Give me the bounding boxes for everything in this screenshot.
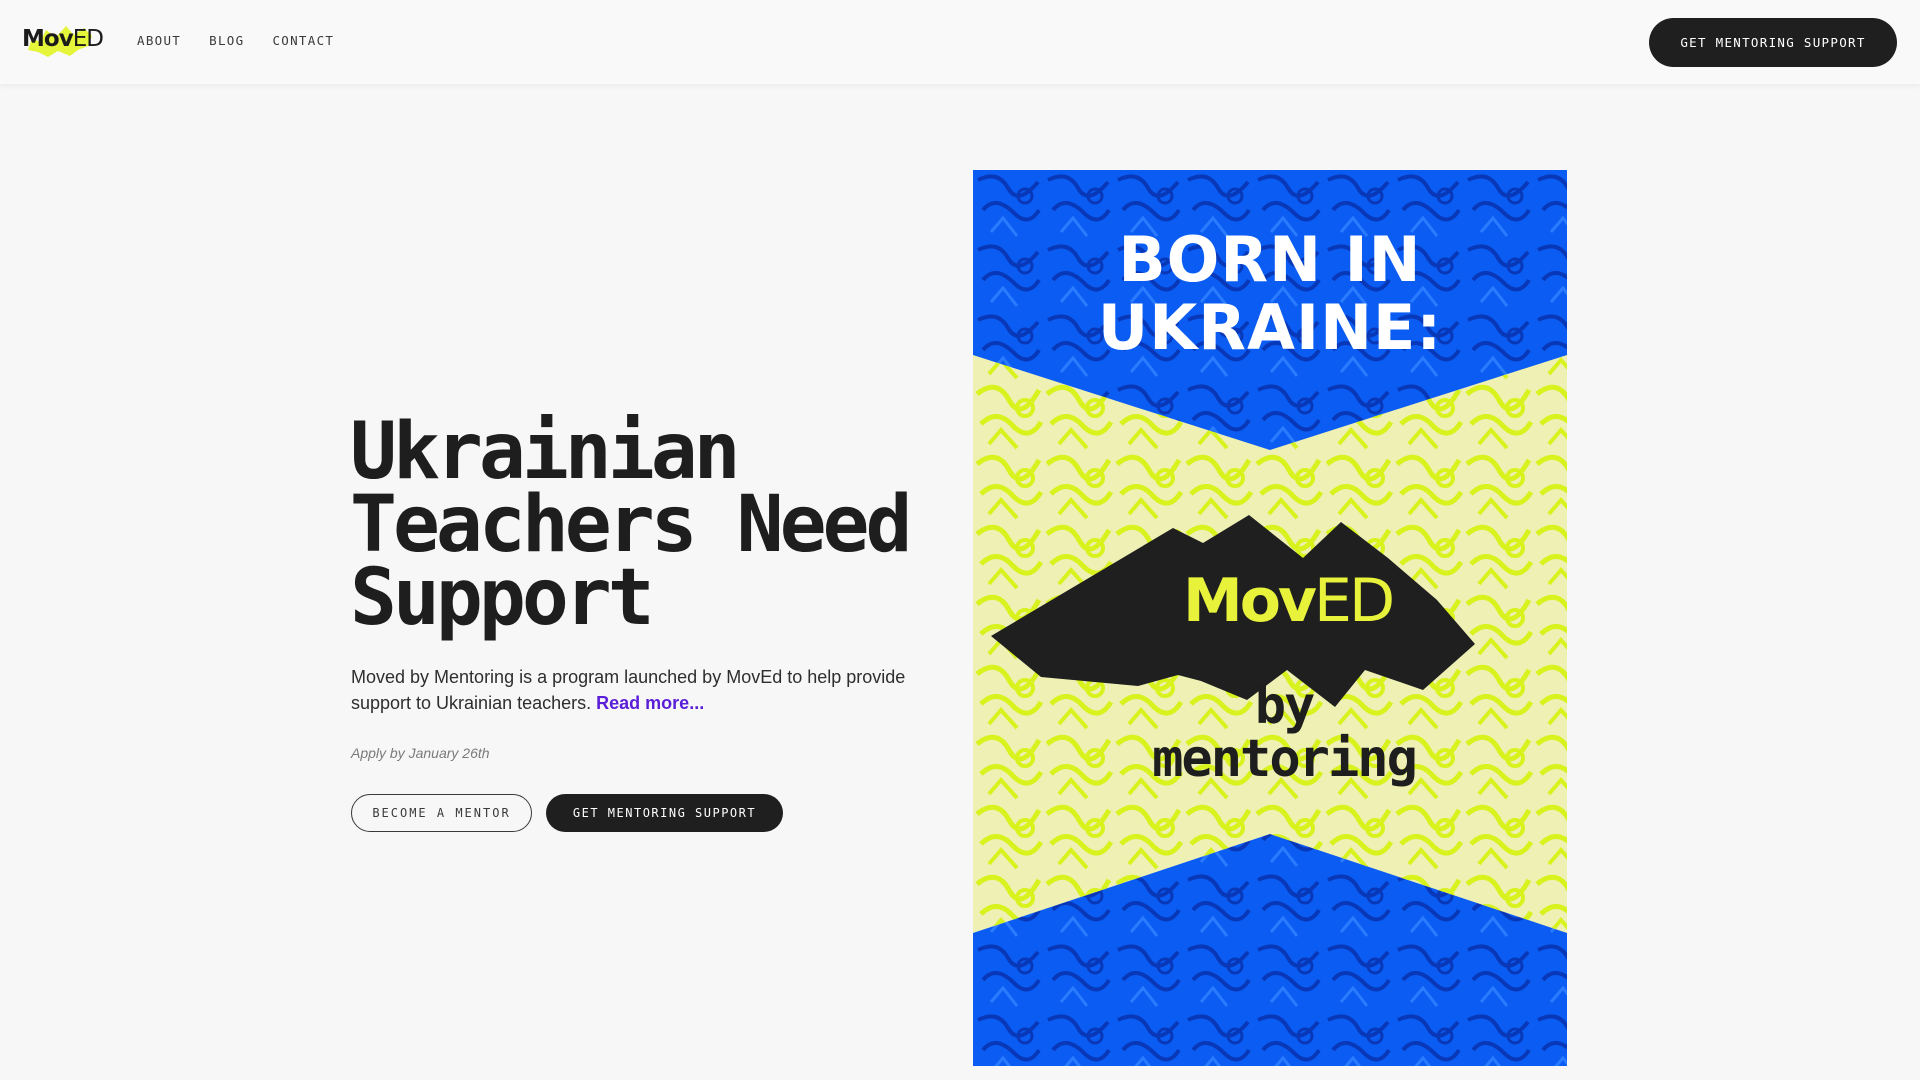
nav-contact-link[interactable]: CONTACT	[272, 33, 334, 48]
hero-description: Moved by Mentoring is a program launched…	[351, 664, 911, 716]
poster-tagline: by mentoring	[1152, 676, 1418, 789]
born-in-ukraine-poster: BORN IN UKRAINE: MovED by mentoring	[973, 170, 1567, 1066]
logo-text: MovED	[22, 26, 104, 52]
become-mentor-button[interactable]: BECOME A MENTOR	[351, 794, 532, 832]
poster-headline: BORN IN UKRAINE:	[1097, 223, 1443, 364]
nav-blog-link[interactable]: BLOG	[209, 33, 244, 48]
nav-about-link[interactable]: ABOUT	[137, 33, 181, 48]
poster-brand: MovED	[1183, 566, 1395, 636]
header-get-mentoring-support-button[interactable]: GET MENTORING SUPPORT	[1649, 18, 1897, 67]
get-mentoring-support-button[interactable]: GET MENTORING SUPPORT	[546, 794, 783, 832]
logo-link[interactable]: MovED	[22, 20, 104, 60]
main-nav: ABOUT BLOG CONTACT	[137, 33, 334, 48]
hero-title: Ukrainian Teachers Need Support	[350, 407, 912, 643]
apply-deadline-note: Apply by January 26th	[351, 745, 490, 761]
site-header: MovED ABOUT BLOG CONTACT GET MENTORING S…	[0, 0, 1920, 84]
read-more-link[interactable]: Read more...	[596, 693, 704, 713]
